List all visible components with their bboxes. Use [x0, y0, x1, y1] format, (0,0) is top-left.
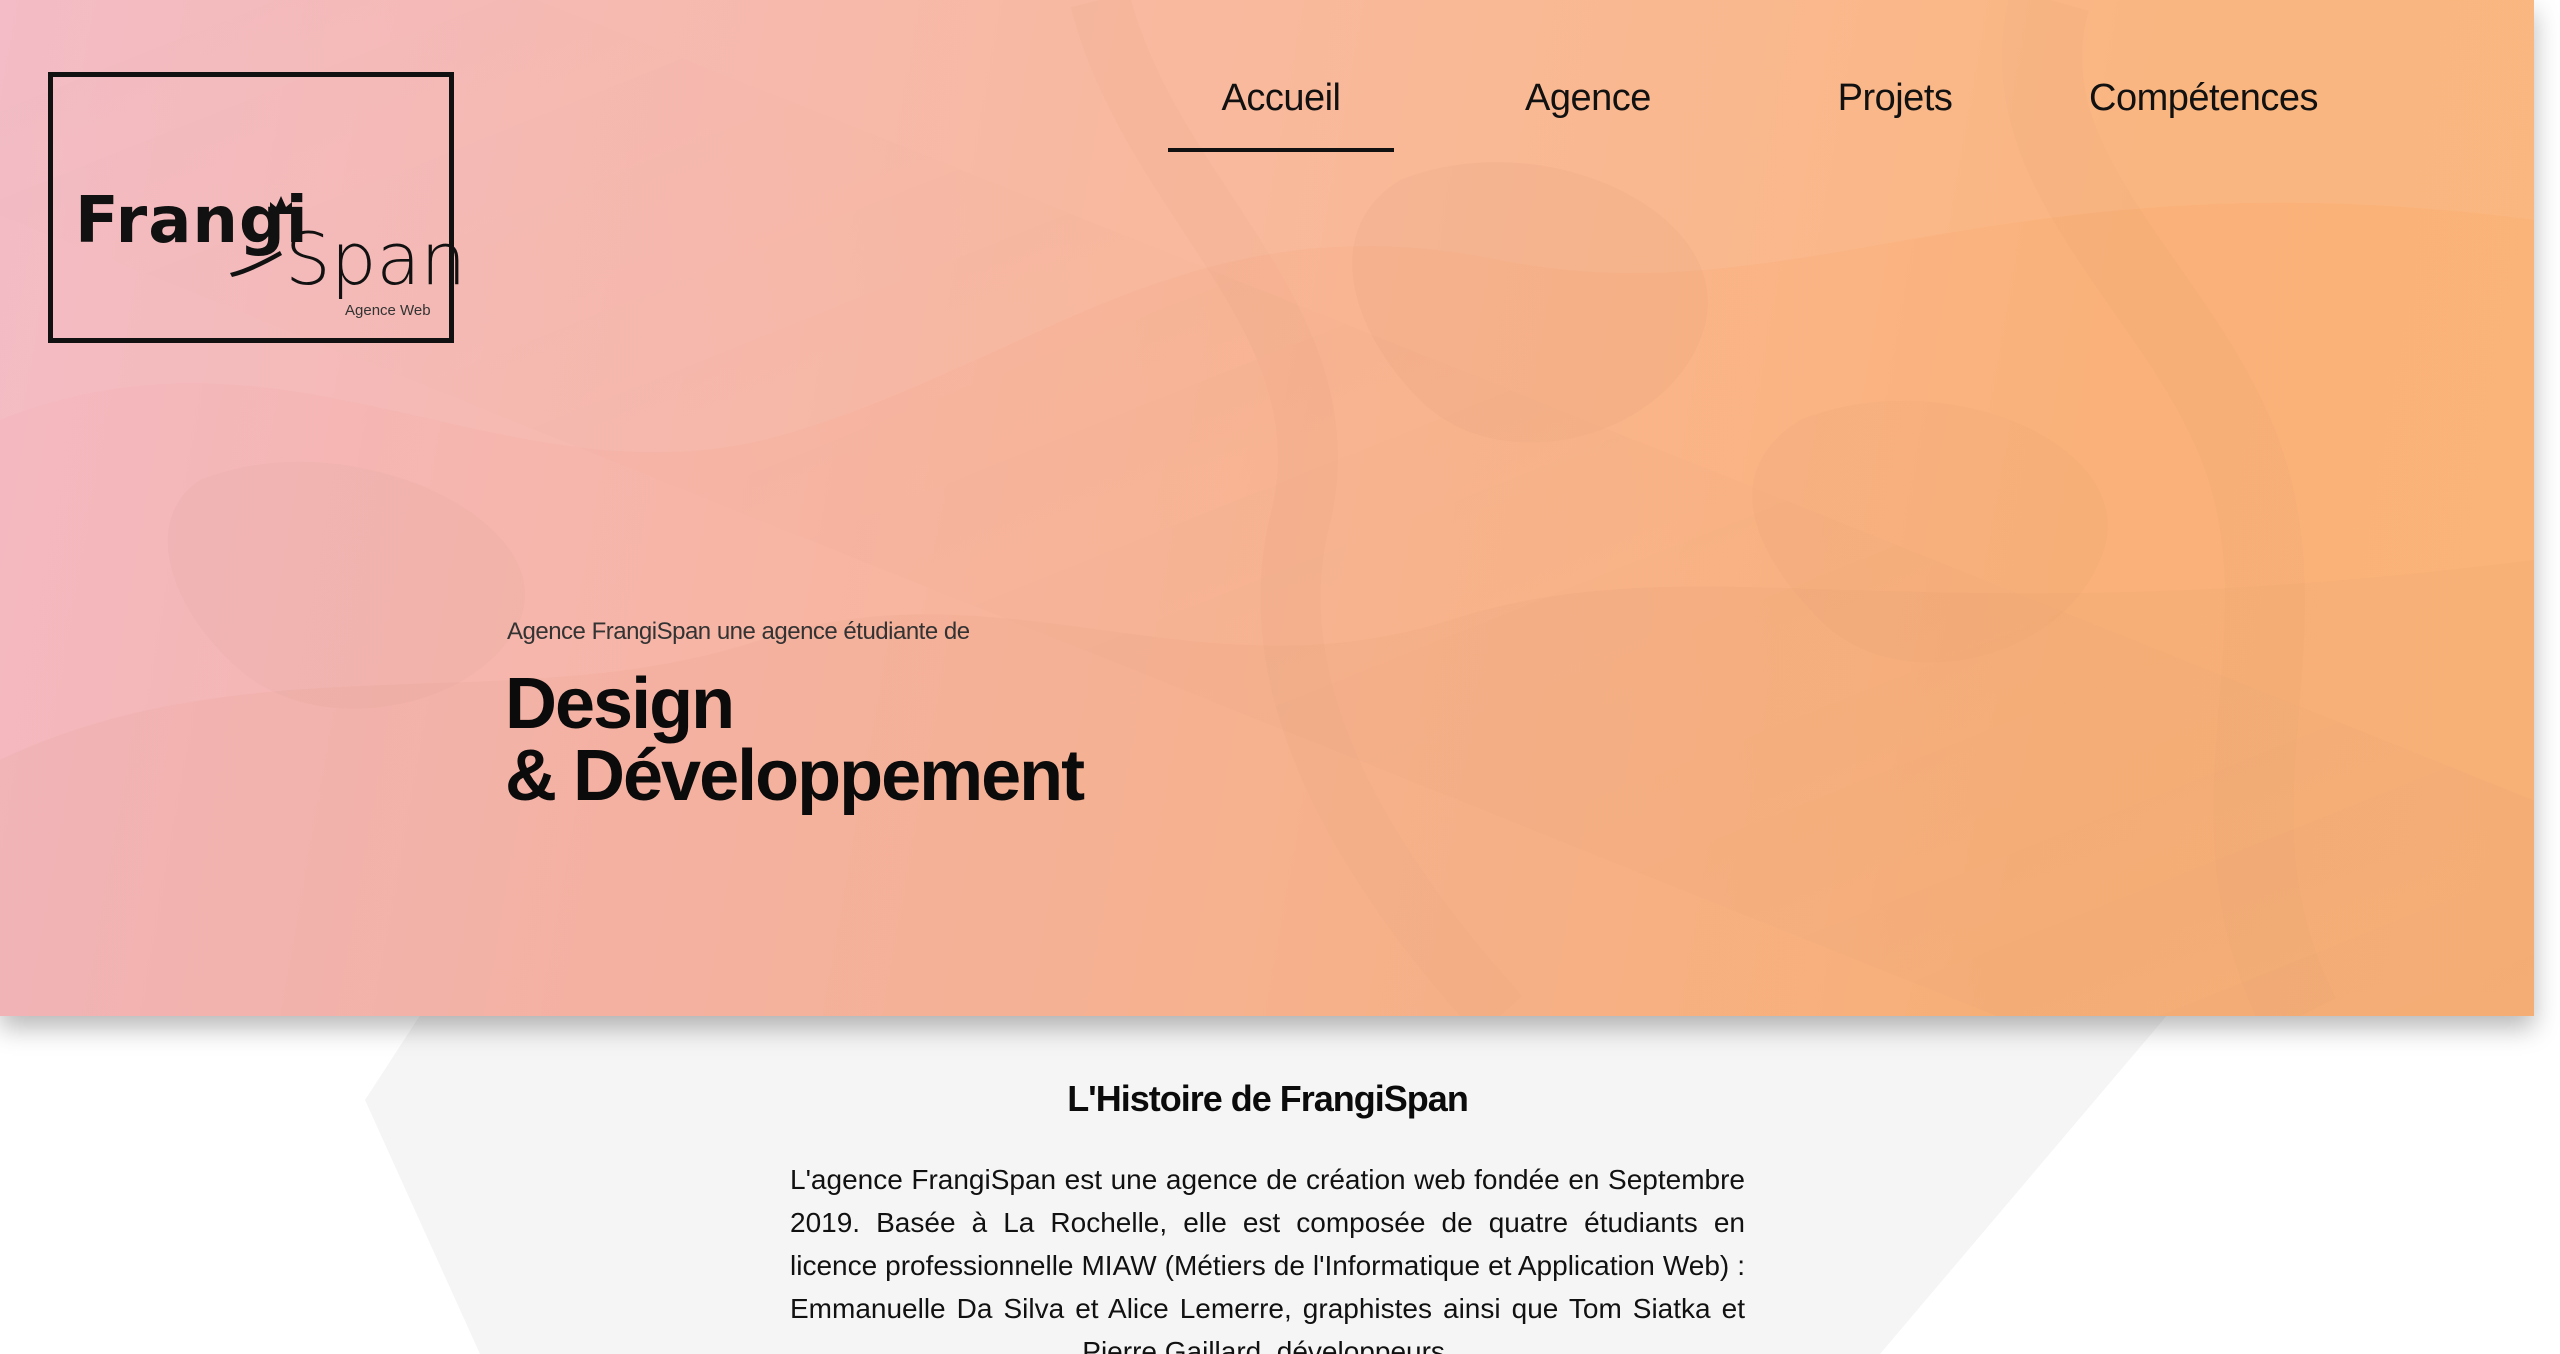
- hero-title-line-1: Design: [505, 664, 735, 744]
- nav-item-agence[interactable]: Agence: [1475, 72, 1701, 152]
- page: Frangi Span Agence Web Accueil Agence Pr…: [0, 0, 2560, 1354]
- hero-title-line-2: & Développement: [505, 736, 1085, 816]
- history-text: L'agence FrangiSpan est une agence de cr…: [790, 1164, 1745, 1354]
- hero-title: Design & Développement: [505, 664, 1085, 816]
- history-section: L'Histoire de FrangiSpan L'agence Frangi…: [790, 1078, 1745, 1354]
- logo-name-bold: Frangi: [75, 184, 309, 258]
- site-logo[interactable]: Frangi Span Agence Web: [48, 72, 466, 343]
- logo-name-light: Span: [285, 217, 467, 301]
- nav-item-competences[interactable]: Compétences: [2089, 72, 2318, 152]
- hero-kicker: Agence FrangiSpan une agence étudiante d…: [507, 618, 970, 645]
- hero-section: Frangi Span Agence Web Accueil Agence Pr…: [0, 0, 2534, 1016]
- history-title: L'Histoire de FrangiSpan: [1067, 1078, 1469, 1119]
- logo-swoosh-icon: [230, 251, 282, 277]
- nav-item-projets[interactable]: Projets: [1782, 72, 2008, 152]
- logo-tagline: Agence Web: [345, 302, 431, 319]
- nav-item-accueil[interactable]: Accueil: [1168, 72, 1394, 152]
